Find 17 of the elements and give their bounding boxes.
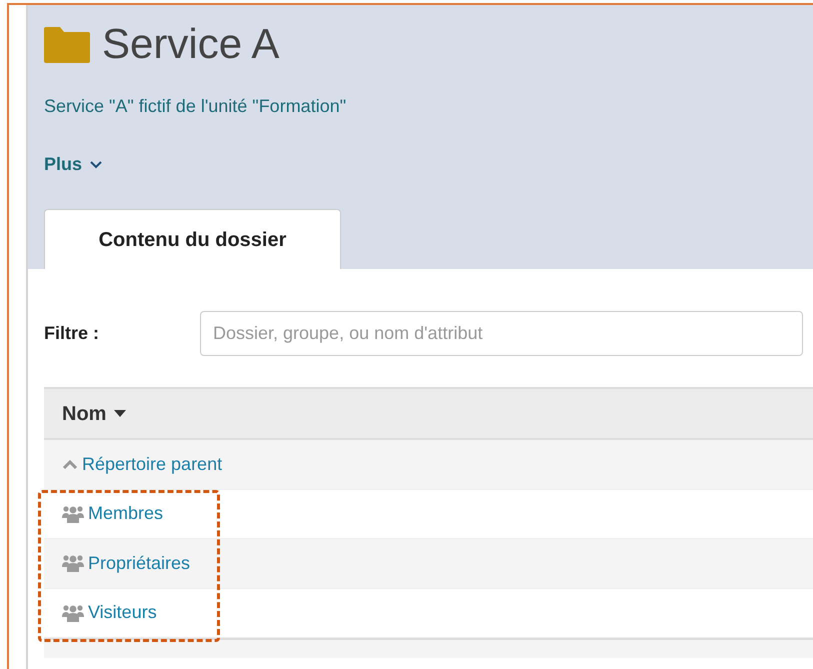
page-title: Service A [102, 19, 280, 69]
folder-icon [44, 25, 90, 63]
row-link[interactable]: Visiteurs [62, 599, 157, 626]
group-icon [62, 504, 84, 523]
page-description: Service "A" fictif de l'unité "Formation" [44, 95, 348, 118]
row-link[interactable]: Propriétaires [62, 550, 190, 577]
group-icon [62, 604, 84, 622]
group-icon [62, 554, 84, 572]
column-header[interactable]: Nom [62, 398, 126, 428]
row-link[interactable]: Membres [62, 500, 164, 528]
chevron-down-icon [90, 160, 102, 168]
chevron-up-icon [62, 459, 78, 470]
tab[interactable]: Contenu du dossier [44, 209, 341, 269]
filter-label: Filtre : [44, 322, 100, 345]
row-link[interactable]: Répertoire parent [62, 450, 222, 478]
filter-input[interactable]: Dossier, groupe, ou nom d'attribut [200, 311, 803, 356]
more-dropdown[interactable]: Plus [44, 151, 102, 178]
